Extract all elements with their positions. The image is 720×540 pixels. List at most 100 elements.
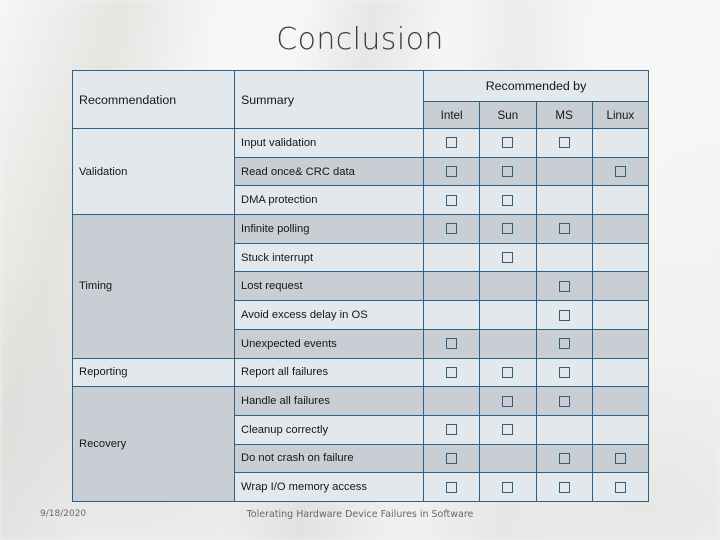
checkbox-empty-icon [614,452,626,464]
checkbox-empty-icon [558,366,570,378]
page-title: Conclusion [276,22,444,57]
vendor-cell-linux [591,357,650,388]
table-header: Recommendation Summary Recommended by In… [72,70,650,129]
vendor-cell-intel [422,185,481,216]
vendor-cell-sun [479,271,537,302]
vendor-cell-ms [535,414,593,445]
summary-cell: Stuck interrupt [234,242,424,273]
vendor-cell-intel [422,214,481,244]
checkbox-empty-icon [558,137,570,149]
vendor-cell-ms [535,300,593,330]
summary-cell: Cleanup correctly [234,414,424,445]
checkbox-empty-icon [502,395,514,407]
category-cell: Reporting [72,357,235,388]
checkbox-empty-icon [502,137,514,149]
vendor-cell-linux [591,443,650,474]
column-header-sun: Sun [479,101,537,129]
checkbox-empty-icon [446,452,458,464]
summary-cell: Unexpected events [234,328,424,359]
vendor-cell-sun [479,300,537,330]
recommendations-table: Recommendation Summary Recommended by In… [72,70,650,502]
table-row: Reporting Report all failures [72,357,650,388]
summary-cell: Lost request [234,271,424,302]
vendor-cell-sun [479,214,537,244]
checkbox-empty-icon [558,338,570,350]
vendor-cell-linux [591,386,650,416]
checkbox-empty-icon [502,366,514,378]
summary-cell: Do not crash on failure [234,443,424,474]
vendor-cell-intel [422,414,481,445]
vendor-cell-linux [591,185,650,216]
vendor-cell-ms [535,328,593,359]
column-header-recommended-by: Recommended by [423,70,649,102]
vendor-cell-ms [535,472,593,502]
vendor-cell-sun [479,472,537,502]
checkbox-empty-icon [502,424,514,436]
vendor-cell-linux [591,414,650,445]
vendor-cell-ms [535,443,593,474]
vendor-cell-linux [591,156,650,187]
checkbox-empty-icon [558,309,570,321]
checkbox-empty-icon [558,395,570,407]
summary-cell: Read once& CRC data [234,156,424,187]
column-header-ms: MS [535,101,593,129]
summary-cell: Handle all failures [234,386,424,416]
summary-cell: Wrap I/O memory access [234,472,424,502]
vendor-cell-ms [535,386,593,416]
vendor-cell-sun [479,128,537,158]
vendor-cell-linux [591,214,650,244]
category-cell: Validation [72,127,235,216]
vendor-cell-intel [422,271,481,302]
vendor-cell-intel [422,300,481,330]
checkbox-empty-icon [446,223,458,235]
vendor-cell-sun [479,156,537,187]
vendor-cell-intel [422,128,481,158]
category-cell: Recovery [72,386,235,502]
checkbox-empty-icon [502,481,514,493]
column-header-intel: Intel [422,101,481,129]
vendor-cell-ms [535,185,593,216]
vendor-cell-intel [422,443,481,474]
vendor-cell-linux [591,300,650,330]
vendor-cell-sun [479,443,537,474]
vendor-cell-intel [422,472,481,502]
vendor-cell-sun [479,328,537,359]
vendor-cell-ms [535,271,593,302]
checkbox-empty-icon [502,194,514,206]
table-row: Validation Input validation [72,127,650,216]
table-row: Timing Infinite polling [72,214,650,359]
vendor-cell-sun [479,357,537,388]
checkbox-empty-icon [558,452,570,464]
table-body: Validation Input validation Read once& CRC… [72,127,650,502]
checkbox-empty-icon [446,194,458,206]
column-header-recommendation: Recommendation [72,70,235,129]
vendor-cell-intel [422,242,481,273]
vendor-cell-sun [479,386,537,416]
checkbox-empty-icon [558,223,570,235]
column-header-summary: Summary [234,70,424,129]
summary-cell: Avoid excess delay in OS [234,300,424,330]
checkbox-empty-icon [446,166,458,178]
vendor-cell-linux [591,328,650,359]
vendor-cell-linux [591,472,650,502]
summary-cell: Input validation [234,128,424,158]
vendor-cell-intel [422,386,481,416]
checkbox-empty-icon [558,280,570,292]
checkbox-empty-icon [502,223,514,235]
vendor-cell-intel [422,156,481,187]
summary-cell: Infinite polling [234,214,424,244]
table-row: Recovery Handle all failures [72,386,650,502]
checkbox-empty-icon [446,137,458,149]
vendor-cell-sun [479,185,537,216]
checkbox-empty-icon [446,338,458,350]
slide-root: Conclusion Recommendation Summary Recomm… [0,0,720,540]
vendor-cell-ms [535,242,593,273]
checkbox-empty-icon [446,366,458,378]
vendor-cell-linux [591,242,650,273]
table-header-row-primary: Recommendation Summary Recommended by [72,70,649,129]
vendor-cell-intel [422,328,481,359]
vendor-cell-intel [422,357,481,388]
vendor-cell-ms [535,128,593,158]
checkbox-empty-icon [558,481,570,493]
checkbox-empty-icon [502,252,514,264]
